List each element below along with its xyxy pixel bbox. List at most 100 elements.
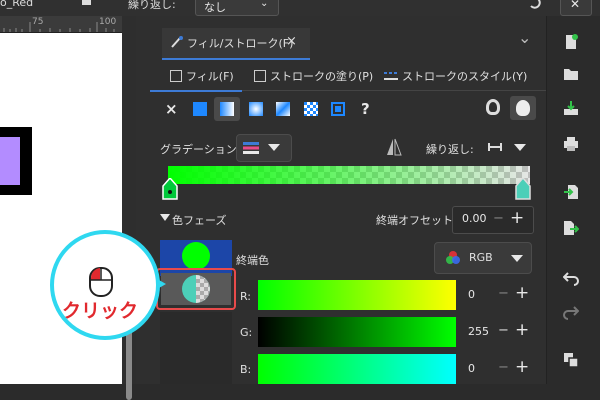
offset-plus-icon[interactable]: + xyxy=(510,208,524,228)
fill-rule-nonzero-button[interactable] xyxy=(510,96,536,120)
import-icon[interactable] xyxy=(563,184,579,200)
subtab-stroke-paint-label: ストロークの塗り(P) xyxy=(270,70,374,83)
fill-rule-nonzero-icon xyxy=(516,100,530,116)
top-toolbar: o_Red 繰り返し: なし ⌄ ✕ xyxy=(0,0,600,16)
ruler-tick-100: 100 xyxy=(99,17,117,27)
subtab-fill[interactable]: フィル(F) xyxy=(150,62,242,92)
channel-b-label: B: xyxy=(240,363,252,376)
channel-b-value: 0 xyxy=(468,362,475,375)
paint-none-icon[interactable]: × xyxy=(165,100,178,118)
print-icon[interactable] xyxy=(563,136,579,152)
channel-r-minus-icon[interactable]: − xyxy=(498,286,509,301)
commands-toolbar xyxy=(546,16,600,384)
stroke-style-icon xyxy=(384,72,398,80)
paint-subtabs: フィル(F) ストロークの塗り(P) ストロークのスタイル(Y) xyxy=(150,62,546,92)
subtab-stroke-style-label: ストロークのスタイル(Y) xyxy=(402,70,528,83)
ruler-tick-75: 75 xyxy=(32,17,44,27)
undo-curve-icon[interactable] xyxy=(527,0,541,12)
fill-checkbox-icon xyxy=(170,70,182,82)
channel-g-plus-icon[interactable]: + xyxy=(515,320,529,340)
channel-b-plus-icon[interactable]: + xyxy=(515,357,529,377)
tab-close-icon[interactable]: × xyxy=(286,34,297,49)
gradient-selector[interactable] xyxy=(236,134,292,162)
subtab-stroke-style[interactable]: ストロークのスタイル(Y) xyxy=(382,62,542,90)
stop-color-label: 終端色 xyxy=(236,254,269,267)
color-mode-value: RGB xyxy=(469,251,493,264)
gradient-repeat-label: 繰り返し: xyxy=(426,143,474,156)
tab-fill-stroke[interactable]: フィル/ストローク(F) × xyxy=(162,28,310,60)
redo-icon[interactable] xyxy=(563,304,579,320)
repeat-value: なし xyxy=(204,1,226,14)
gradient-stop-start-handle[interactable] xyxy=(162,178,178,200)
export-icon[interactable] xyxy=(563,220,579,236)
repeat-dropdown[interactable]: なし ⌄ xyxy=(195,0,279,16)
fill-rule-evenodd-icon[interactable] xyxy=(486,99,500,115)
stop-item-2[interactable] xyxy=(161,273,231,305)
channel-g-minus-icon[interactable]: − xyxy=(498,323,509,338)
offset-value: 0.00 xyxy=(462,212,487,225)
undo-icon[interactable] xyxy=(563,270,579,286)
stop-swatch-green xyxy=(182,242,210,270)
channel-g-label: G: xyxy=(240,326,253,339)
swatch-icon[interactable] xyxy=(331,102,345,116)
offset-spinbox[interactable]: 0.00 − + xyxy=(452,206,534,234)
linear-gradient-icon xyxy=(220,102,234,116)
repeat-label: 繰り返し: xyxy=(128,0,176,11)
gradient-repeat-dropdown[interactable] xyxy=(486,136,530,158)
stop-swatch-transparent xyxy=(182,275,210,303)
callout-bubble xyxy=(50,230,160,340)
mesh-gradient-icon[interactable] xyxy=(276,102,290,116)
brush-icon xyxy=(171,36,183,48)
pattern-icon[interactable] xyxy=(304,102,318,116)
panel-collapse-icon[interactable]: ⌄ xyxy=(518,28,531,47)
stop-list-empty xyxy=(160,312,232,384)
stroke-paint-checkbox-icon xyxy=(254,70,266,82)
reverse-gradient-icon[interactable] xyxy=(386,138,402,156)
channel-b-spinbox[interactable]: 0 − + xyxy=(458,354,532,384)
channel-r-slider[interactable] xyxy=(258,280,456,310)
expand-triangle-icon[interactable] xyxy=(160,214,170,222)
rgb-wheel-icon xyxy=(446,251,460,264)
chevron-down-icon xyxy=(514,144,526,151)
save-icon[interactable] xyxy=(563,100,579,116)
linear-gradient-button[interactable] xyxy=(214,97,240,121)
chevron-down-icon xyxy=(268,144,280,151)
channel-b-slider[interactable] xyxy=(258,354,456,384)
channel-g-slider[interactable] xyxy=(258,317,456,347)
channel-r-value: 0 xyxy=(468,288,475,301)
channel-g-spinbox[interactable]: 255 − + xyxy=(458,317,532,347)
subtab-stroke-paint[interactable]: ストロークの塗り(P) xyxy=(250,62,380,90)
stop-item-2-highlight[interactable] xyxy=(156,268,236,310)
channel-b-minus-icon[interactable]: − xyxy=(498,360,509,375)
duplicate-icon[interactable] xyxy=(563,352,579,368)
channel-r-label: R: xyxy=(240,290,252,303)
gradient-preview-bar[interactable] xyxy=(168,166,530,184)
channel-r-plus-icon[interactable]: + xyxy=(515,283,529,303)
flat-color-icon[interactable] xyxy=(193,102,207,116)
close-icon: ✕ xyxy=(570,0,581,11)
chevron-down-icon: ⌄ xyxy=(260,0,269,9)
gradient-preset-icon xyxy=(243,142,259,154)
stops-label: 色フェーズ xyxy=(172,214,227,227)
subtab-fill-label: フィル(F) xyxy=(186,70,234,83)
offset-label: 終端オフセット: xyxy=(376,214,457,227)
close-window-button[interactable]: ✕ xyxy=(560,0,592,16)
gradient-stop-end-handle[interactable] xyxy=(515,178,531,200)
square-icon[interactable] xyxy=(82,0,91,5)
stop-transparency-checker xyxy=(196,275,210,303)
color-mode-dropdown[interactable]: RGB xyxy=(434,242,532,274)
document-name: o_Red xyxy=(0,0,34,9)
new-document-icon[interactable] xyxy=(563,34,579,50)
purple-shape[interactable] xyxy=(0,137,20,185)
tab-title: フィル/ストローク(F) xyxy=(187,37,294,50)
radial-gradient-icon[interactable] xyxy=(249,102,263,116)
offset-minus-icon[interactable]: − xyxy=(493,211,504,226)
unset-paint-icon[interactable]: ? xyxy=(361,100,370,118)
repeat-none-icon xyxy=(488,143,502,151)
callout-click-text: クリック xyxy=(62,300,139,322)
horizontal-ruler: 75 100 xyxy=(0,16,122,33)
open-folder-icon[interactable] xyxy=(563,66,579,82)
channel-r-spinbox[interactable]: 0 − + xyxy=(458,280,532,310)
gradient-label: グラデーション: xyxy=(160,143,241,156)
mouse-left-click-icon xyxy=(89,267,113,297)
